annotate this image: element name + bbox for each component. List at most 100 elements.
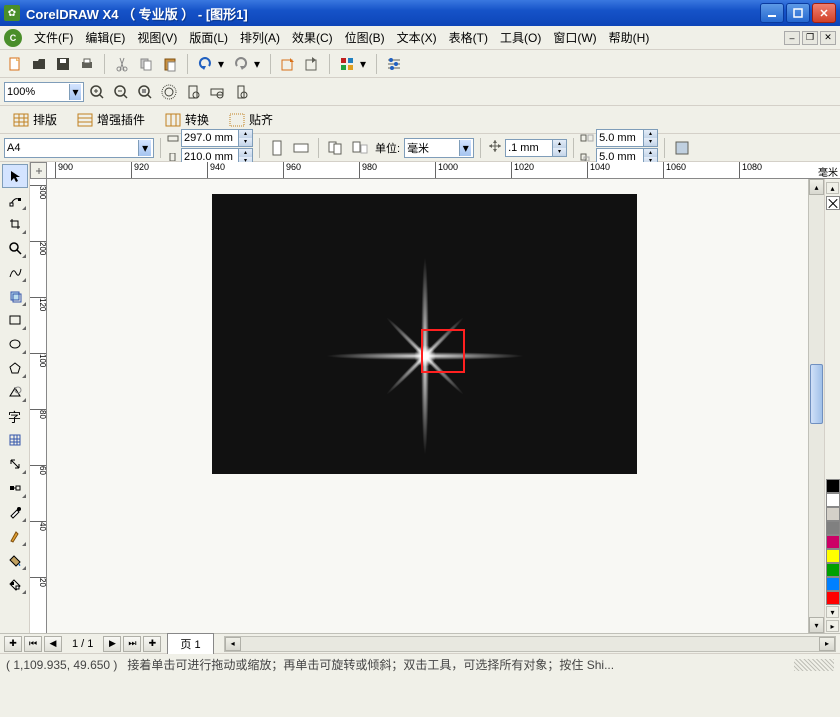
spin-down[interactable]: ▾ (643, 138, 657, 146)
zoom-height-button[interactable] (230, 81, 252, 103)
spin-down[interactable]: ▾ (552, 148, 566, 156)
dup-x-input[interactable] (597, 132, 643, 144)
app-launcher-button[interactable] (336, 53, 358, 75)
menu-help[interactable]: 帮助(H) (603, 26, 656, 49)
color-swatch[interactable] (826, 549, 840, 563)
horizontal-scrollbar[interactable]: ◂ ▸ (224, 636, 836, 652)
smartfill-tool[interactable] (2, 284, 28, 308)
freehand-tool[interactable] (2, 260, 28, 284)
add-page-after-button[interactable]: ✚ (143, 636, 161, 652)
zoom-tool[interactable] (2, 236, 28, 260)
horizontal-ruler[interactable]: 90092094096098010001020104010601080 毫米 (30, 162, 840, 179)
menu-tools[interactable]: 工具(O) (494, 26, 547, 49)
dup-x-spin[interactable]: ▴▾ (596, 129, 658, 147)
artwork-background[interactable] (212, 194, 637, 474)
menu-table[interactable]: 表格(T) (443, 26, 494, 49)
eyedropper-tool[interactable] (2, 500, 28, 524)
palette-down-button[interactable]: ▾ (826, 606, 839, 618)
redo-button[interactable] (230, 53, 252, 75)
color-swatch[interactable] (826, 479, 840, 493)
menu-edit[interactable]: 编辑(E) (79, 26, 131, 49)
scroll-thumb[interactable] (810, 364, 823, 424)
zoom-combo[interactable]: ▾ (4, 82, 84, 102)
page-width-spin[interactable]: ▴▾ (181, 129, 253, 147)
scroll-left-button[interactable]: ◂ (225, 637, 241, 651)
spin-up[interactable]: ▴ (643, 149, 657, 157)
zoom-out-button[interactable] (110, 81, 132, 103)
copy-button[interactable] (135, 53, 157, 75)
app-launcher-dropdown[interactable]: ▾ (360, 57, 370, 71)
scroll-down-button[interactable]: ▾ (809, 617, 824, 633)
all-pages-button[interactable] (325, 137, 347, 159)
palette-up-button[interactable]: ▴ (826, 182, 839, 194)
next-page-button[interactable]: ▶ (103, 636, 121, 652)
fill-tool[interactable] (2, 548, 28, 572)
zoom-page-button[interactable] (182, 81, 204, 103)
zoom-selection-button[interactable] (134, 81, 156, 103)
export-button[interactable] (301, 53, 323, 75)
color-swatch[interactable] (826, 507, 840, 521)
scroll-up-button[interactable]: ▴ (809, 179, 824, 195)
vertical-ruler[interactable]: 30020012010080604020 (30, 179, 47, 633)
color-swatch[interactable] (826, 493, 840, 507)
new-button[interactable] (4, 53, 26, 75)
color-swatch[interactable] (826, 535, 840, 549)
zoom-in-button[interactable] (86, 81, 108, 103)
undo-button[interactable] (194, 53, 216, 75)
color-swatch[interactable] (826, 521, 840, 535)
page-tab[interactable]: 页 1 (167, 633, 213, 654)
text-tool[interactable]: 字 (2, 404, 28, 428)
close-button[interactable] (812, 3, 836, 23)
rectangle-tool[interactable] (2, 308, 28, 332)
color-swatch[interactable] (826, 577, 840, 591)
zoom-dropdown[interactable]: ▾ (69, 84, 81, 100)
menu-view[interactable]: 视图(V) (131, 26, 183, 49)
palette-flyout-button[interactable]: ▸ (826, 620, 839, 632)
shape-tool[interactable] (2, 188, 28, 212)
minimize-button[interactable] (760, 3, 784, 23)
print-button[interactable] (76, 53, 98, 75)
canvas[interactable] (47, 179, 808, 633)
outline-tool[interactable] (2, 524, 28, 548)
color-swatch[interactable] (826, 591, 840, 605)
mdi-close-button[interactable]: ✕ (820, 31, 836, 45)
ruler-origin[interactable] (30, 162, 47, 179)
page-width-input[interactable] (182, 132, 238, 144)
scroll-right-button[interactable]: ▸ (819, 637, 835, 651)
zoom-all-button[interactable] (158, 81, 180, 103)
dimension-tool[interactable] (2, 452, 28, 476)
options-button[interactable] (383, 53, 405, 75)
spin-down[interactable]: ▾ (238, 138, 252, 146)
no-color-swatch[interactable] (826, 196, 840, 210)
menu-effects[interactable]: 效果(C) (286, 26, 339, 49)
add-page-button[interactable]: ✚ (4, 636, 22, 652)
table-tool[interactable] (2, 428, 28, 452)
menu-file[interactable]: 文件(F) (28, 26, 79, 49)
redo-dropdown[interactable]: ▾ (254, 57, 264, 71)
mdi-restore-button[interactable]: ❐ (802, 31, 818, 45)
color-swatch[interactable] (826, 563, 840, 577)
last-page-button[interactable]: ⏭ (123, 636, 141, 652)
spin-up[interactable]: ▴ (238, 149, 252, 157)
save-button[interactable] (52, 53, 74, 75)
tab-typeset[interactable]: 排版 (4, 107, 66, 132)
spin-up[interactable]: ▴ (643, 130, 657, 138)
paper-size-combo[interactable]: ▾ (4, 138, 154, 158)
prev-page-button[interactable]: ◀ (44, 636, 62, 652)
polygon-tool[interactable] (2, 356, 28, 380)
cut-button[interactable] (111, 53, 133, 75)
menu-layout[interactable]: 版面(L) (183, 26, 234, 49)
zoom-width-button[interactable] (206, 81, 228, 103)
paper-size-input[interactable] (7, 142, 138, 154)
first-page-button[interactable]: ⏮ (24, 636, 42, 652)
tab-enhance[interactable]: 增强插件 (68, 107, 154, 132)
menu-window[interactable]: 窗口(W) (547, 26, 602, 49)
crop-tool[interactable] (2, 212, 28, 236)
paper-size-dropdown[interactable]: ▾ (138, 140, 151, 156)
nudge-spin[interactable]: ▴▾ (505, 139, 567, 157)
import-button[interactable] (277, 53, 299, 75)
treat-as-filled-button[interactable] (671, 137, 693, 159)
menu-bitmap[interactable]: 位图(B) (339, 26, 391, 49)
open-button[interactable] (28, 53, 50, 75)
menu-text[interactable]: 文本(X) (391, 26, 443, 49)
